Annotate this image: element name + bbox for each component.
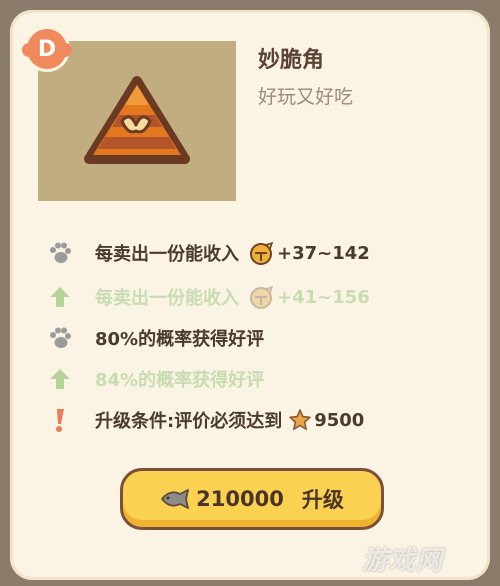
stat-text: 每卖出一份能收入 <box>95 288 239 309</box>
window-frame: D 妙脆角 好玩又好吃 每卖出一份能收入 +37~142 每卖出一份能收入 +4… <box>0 0 500 586</box>
paw-icon <box>46 324 74 352</box>
coin-bell-icon <box>249 241 275 265</box>
stat-row-upgrade-requirement: 升级条件:评价必须达到 9500 <box>46 405 364 435</box>
stat-text: 84%的概率获得好评 <box>95 370 265 391</box>
coin-bell-icon <box>249 285 275 309</box>
item-image <box>38 41 236 201</box>
stat-row-income-current: 每卖出一份能收入 +37~142 <box>46 238 370 268</box>
snack-chip-illustration <box>84 76 190 164</box>
stat-text: 80%的概率获得好评 <box>95 329 265 350</box>
stat-value: +37~142 <box>277 242 370 264</box>
stat-row-rating-upgraded: 84%的概率获得好评 <box>46 364 264 394</box>
stat-text: 每卖出一份能收入 <box>95 244 239 265</box>
stat-value: 9500 <box>314 409 365 431</box>
upgrade-cost: 210000 <box>196 487 284 511</box>
fish-icon <box>160 488 190 510</box>
watermark: 游戏网 <box>362 546 444 576</box>
item-description: 好玩又好吃 <box>258 86 354 108</box>
grade-label: D <box>37 36 57 62</box>
stat-row-rating-current: 80%的概率获得好评 <box>46 323 264 353</box>
item-name: 妙脆角 <box>258 48 325 73</box>
stat-text: 升级条件:评价必须达到 <box>95 411 283 432</box>
paw-icon <box>46 239 74 267</box>
upgrade-label: 升级 <box>301 488 344 512</box>
stat-row-income-upgraded: 每卖出一份能收入 +41~156 <box>46 282 370 312</box>
star-icon <box>288 408 312 432</box>
upgrade-button[interactable]: 210000 升级 <box>120 468 384 530</box>
grade-badge: D <box>22 29 72 69</box>
upgrade-arrow-icon <box>46 365 74 393</box>
exclamation-icon <box>46 406 74 434</box>
stat-value: +41~156 <box>277 286 370 308</box>
upgrade-arrow-icon <box>46 283 74 311</box>
